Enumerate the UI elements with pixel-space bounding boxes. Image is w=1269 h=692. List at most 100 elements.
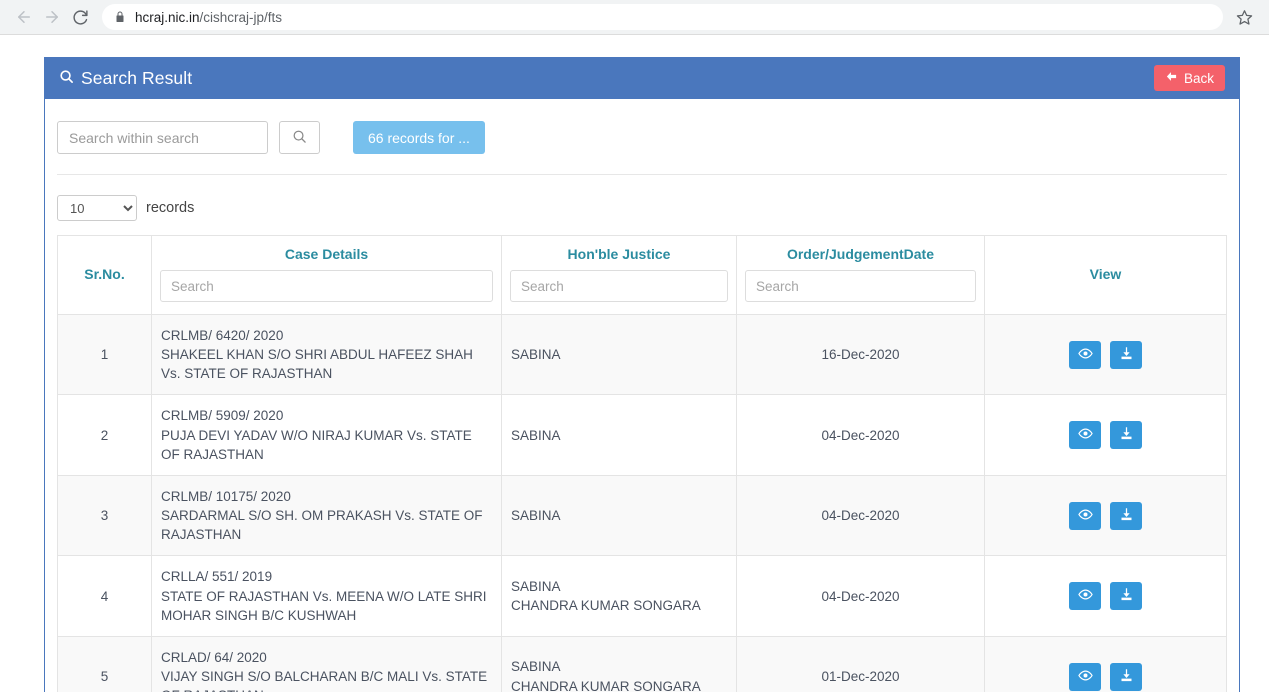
card-header: Search Result Back [45, 57, 1239, 99]
filter-input-order-date[interactable] [745, 270, 976, 302]
view-button[interactable] [1069, 662, 1101, 691]
cell-case-details: CRLMB/ 10175/ 2020 SARDARMAL S/O SH. OM P… [151, 474, 502, 557]
bookmark-star-icon[interactable] [1229, 2, 1259, 32]
page-content: Search Result Back 66 records for ... [0, 35, 1269, 692]
cell-order-date: 16-Dec-2020 [736, 313, 985, 396]
records-label: records [146, 200, 195, 216]
column-title-order-date: Order/JudgementDate [786, 246, 935, 262]
search-input[interactable] [57, 121, 268, 154]
case-number: CRLLA/ 551/ 2019 [161, 569, 273, 585]
case-title: PUJA DEVI YADAV W/O NIRAJ KUMAR Vs. STAT… [161, 427, 472, 462]
cell-sr-no: 5 [57, 635, 152, 692]
cell-justice: SABINA [501, 313, 737, 396]
justice-name: SABINA [511, 659, 561, 675]
case-number: CRLAD/ 64/ 2020 [161, 649, 267, 665]
filter-input-justice[interactable] [510, 270, 728, 302]
case-title: VIJAY SINGH S/O BALCHARAN B/C MALI Vs. S… [161, 669, 488, 692]
search-icon [59, 68, 74, 89]
page-title-text: Search Result [81, 67, 193, 88]
results-table: Sr.No. Case Details Hon'ble Justice Orde… [57, 235, 1227, 692]
download-icon [1119, 426, 1134, 444]
cell-sr-no: 2 [57, 394, 152, 476]
table-row: 4 CRLLA/ 551/ 2019 STATE OF RAJASTHAN Vs. … [57, 555, 1227, 637]
table-row: 2 CRLMB/ 5909/ 2020 PUJA DEVI YADAV W/O NI… [57, 394, 1227, 476]
eye-icon [1077, 346, 1093, 364]
eye-icon [1077, 668, 1093, 686]
cell-view-actions [984, 635, 1227, 692]
cell-order-date: 04-Dec-2020 [736, 394, 985, 476]
url-host: hcraj.nic.in [135, 9, 200, 25]
arrow-left-icon [1165, 70, 1178, 86]
case-title: STATE OF RAJASTHAN Vs. MEENA W/O LATE SH… [161, 588, 487, 623]
browser-toolbar: hcraj.nic.in/cishcraj-jp/fts [0, 0, 1269, 35]
results-table-head: Sr.No. Case Details Hon'ble Justice Orde… [57, 235, 1227, 315]
download-icon [1119, 587, 1134, 605]
records-length-row: 10 records [57, 175, 1227, 235]
column-header-case-details: Case Details [151, 235, 502, 315]
cell-view-actions [984, 394, 1227, 476]
column-title-case-details: Case Details [284, 246, 369, 262]
column-title-justice: Hon'ble Justice [567, 246, 671, 262]
records-per-page-select[interactable]: 10 [57, 195, 137, 221]
cell-sr-no: 3 [57, 474, 152, 557]
download-button[interactable] [1110, 421, 1142, 450]
view-button[interactable] [1069, 501, 1101, 530]
download-icon [1119, 668, 1134, 686]
view-button[interactable] [1069, 421, 1101, 450]
download-button[interactable] [1110, 662, 1142, 691]
cell-justice: SABINA [501, 394, 737, 476]
address-bar[interactable]: hcraj.nic.in/cishcraj-jp/fts [102, 4, 1223, 30]
eye-icon [1077, 507, 1093, 525]
column-header-order-date: Order/JudgementDate [736, 235, 985, 315]
justice-name: SABINA [511, 508, 561, 524]
address-bar-url: hcraj.nic.in/cishcraj-jp/fts [135, 10, 282, 25]
justice-name: SABINA [511, 427, 561, 443]
cell-case-details: CRLAD/ 64/ 2020 VIJAY SINGH S/O BALCHARAN… [151, 635, 502, 692]
url-path: /cishcraj-jp/fts [199, 9, 283, 25]
browser-back-button[interactable] [10, 3, 38, 31]
browser-forward-button[interactable] [38, 3, 66, 31]
case-number: CRLMB/ 6420/ 2020 [161, 328, 284, 343]
cell-case-details: CRLLA/ 551/ 2019 STATE OF RAJASTHAN Vs. M… [151, 555, 502, 637]
search-icon [292, 129, 307, 147]
table-header-row: Sr.No. Case Details Hon'ble Justice Orde… [57, 235, 1227, 315]
search-button[interactable] [279, 121, 320, 154]
view-button[interactable] [1069, 340, 1101, 369]
column-title-sr-no: Sr.No. [84, 266, 125, 282]
download-icon [1119, 346, 1134, 364]
cell-sr-no: 4 [57, 555, 152, 637]
column-title-view: View [1089, 266, 1122, 282]
back-button-label: Back [1183, 70, 1214, 86]
filter-input-case-details[interactable] [160, 270, 493, 302]
column-header-sr-no: Sr.No. [57, 235, 152, 315]
eye-icon [1077, 426, 1093, 444]
browser-reload-button[interactable] [66, 3, 94, 31]
case-number: CRLMB/ 10175/ 2020 [161, 488, 291, 504]
justice-name: SABINA [511, 578, 561, 594]
search-result-card: Search Result Back 66 records for ... [44, 57, 1240, 692]
case-number: CRLMB/ 5909/ 2020 [161, 408, 284, 424]
eye-icon [1077, 587, 1093, 605]
card-body: 66 records for ... 10 records Sr.No. Cas… [45, 99, 1239, 692]
cell-justice: SABINA CHANDRA KUMAR SONGARA [501, 555, 737, 637]
download-button[interactable] [1110, 582, 1142, 611]
cell-justice: SABINA [501, 474, 737, 557]
cell-sr-no: 1 [57, 313, 152, 396]
case-title: SARDARMAL S/O SH. OM PRAKASH Vs. STATE O… [161, 508, 483, 543]
justice-name: CHANDRA KUMAR SONGARA [511, 598, 701, 614]
cell-order-date: 01-Dec-2020 [736, 635, 985, 692]
view-button[interactable] [1069, 582, 1101, 611]
back-button[interactable]: Back [1153, 65, 1225, 91]
cell-order-date: 04-Dec-2020 [736, 474, 985, 557]
column-header-justice: Hon'ble Justice [501, 235, 737, 315]
records-count-badge[interactable]: 66 records for ... [353, 121, 485, 154]
column-header-view: View [984, 235, 1227, 315]
justice-name: CHANDRA KUMAR SONGARA [511, 678, 701, 692]
download-button[interactable] [1110, 340, 1142, 369]
page-title: Search Result [59, 68, 192, 89]
cell-view-actions [984, 313, 1227, 396]
justice-name: SABINA [511, 347, 561, 363]
results-table-body: 1 CRLMB/ 6420/ 2020 SHAKEEL KHAN S/O SHRI … [57, 313, 1227, 692]
download-button[interactable] [1110, 501, 1142, 530]
cell-case-details: CRLMB/ 6420/ 2020 SHAKEEL KHAN S/O SHRI A… [151, 313, 502, 396]
